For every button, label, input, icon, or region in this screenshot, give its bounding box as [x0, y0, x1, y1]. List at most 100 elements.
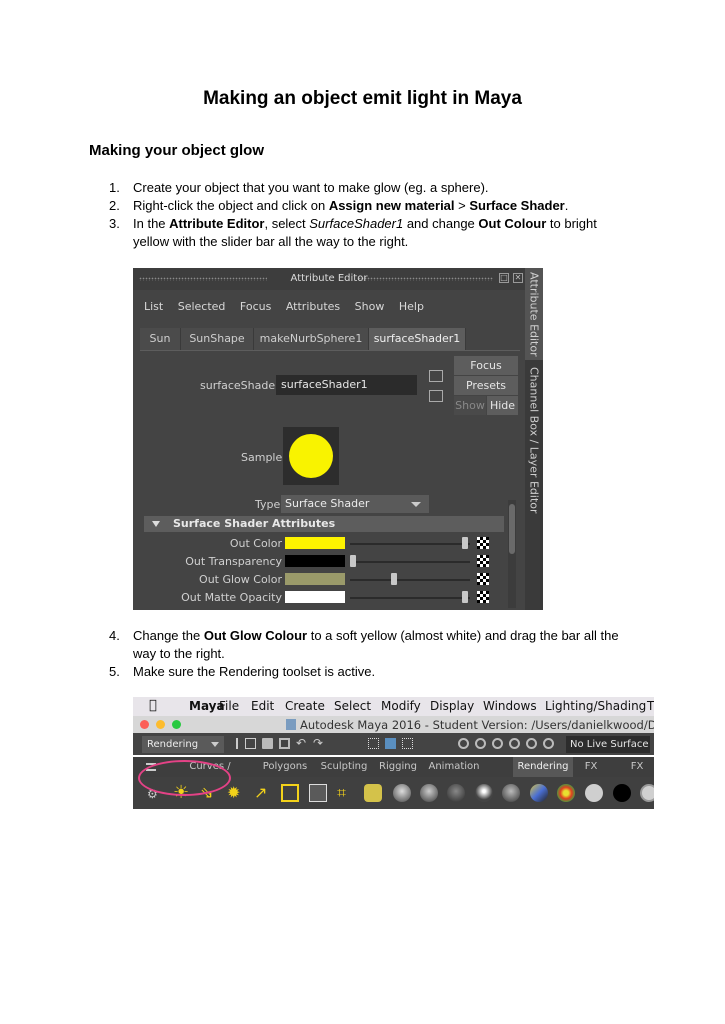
type-select[interactable]: Surface Shader — [281, 495, 429, 513]
tab-sunshape[interactable]: SunShape — [181, 328, 254, 350]
phonge-shader-icon[interactable] — [475, 784, 493, 802]
list-item: 1. Create your object that you want to ma… — [109, 180, 489, 195]
surface-shader-icon[interactable] — [585, 784, 603, 802]
map-texture-icon[interactable] — [477, 591, 489, 603]
close-icon[interactable]: ✕ — [513, 273, 523, 283]
color-swatch[interactable] — [285, 591, 345, 603]
point-light-icon[interactable]: ✹ — [227, 784, 245, 802]
select-by-hierarchy-icon[interactable] — [368, 738, 379, 749]
camera-icon[interactable]: ⌗ — [337, 784, 355, 802]
menu-modify[interactable]: Modify — [381, 699, 421, 713]
snap-grid-icon[interactable] — [458, 738, 469, 749]
snap-curve-icon[interactable] — [475, 738, 486, 749]
show-button[interactable]: Show — [454, 396, 486, 415]
menu-set-select[interactable]: Rendering — [142, 736, 224, 753]
snap-point-icon[interactable] — [492, 738, 503, 749]
window-titlebar: Autodesk Maya 2016 - Student Version: /U… — [133, 716, 654, 733]
float-window-icon[interactable]: □ — [499, 273, 509, 283]
scrollbar[interactable] — [508, 500, 516, 608]
map-texture-icon[interactable] — [477, 537, 489, 549]
map-texture-icon[interactable] — [477, 573, 489, 585]
tab-surfaceshader1[interactable]: surfaceShader1 — [369, 328, 466, 350]
close-window-icon[interactable] — [140, 720, 149, 729]
slider-handle[interactable] — [461, 537, 468, 549]
tab-sun[interactable]: Sun — [140, 328, 181, 350]
slider-track[interactable] — [350, 597, 470, 599]
menu-truncated[interactable]: T — [647, 699, 654, 713]
section-header[interactable]: Surface Shader Attributes — [144, 516, 504, 532]
menu-file[interactable]: File — [219, 699, 239, 713]
layered-shader-icon[interactable] — [530, 784, 548, 802]
menu-display[interactable]: Display — [430, 699, 474, 713]
snap-surface-icon[interactable] — [526, 738, 537, 749]
open-scene-icon[interactable] — [262, 738, 273, 749]
output-connection-icon[interactable] — [429, 390, 443, 402]
color-swatch[interactable] — [285, 555, 345, 567]
apple-icon[interactable]:  — [149, 698, 157, 713]
list-item: 2. Right-click the object and click on As… — [109, 198, 569, 213]
color-swatch[interactable] — [285, 573, 345, 585]
sample-swatch — [283, 427, 339, 485]
zoom-window-icon[interactable] — [172, 720, 181, 729]
menu-selected[interactable]: Selected — [178, 300, 226, 313]
focus-button[interactable]: Focus — [454, 356, 518, 375]
menu-list[interactable]: List — [144, 300, 163, 313]
render-settings-icon[interactable] — [364, 784, 382, 802]
snap-view-icon[interactable] — [509, 738, 520, 749]
live-surface-field[interactable]: No Live Surface — [566, 736, 650, 753]
menu-show[interactable]: Show — [355, 300, 385, 313]
menu-lighting-shading[interactable]: Lighting/Shading — [545, 699, 646, 713]
tab-rigging[interactable]: Rigging — [377, 757, 419, 777]
presets-button[interactable]: Presets — [454, 376, 518, 395]
menu-focus[interactable]: Focus — [240, 300, 271, 313]
tab-polygons[interactable]: Polygons — [259, 757, 311, 777]
new-scene-icon[interactable] — [245, 738, 256, 749]
shader-icon[interactable] — [640, 784, 654, 802]
select-object-icon[interactable] — [385, 738, 396, 749]
tab-rendering[interactable]: Rendering — [513, 757, 573, 777]
input-connection-icon[interactable] — [429, 370, 443, 382]
menu-edit[interactable]: Edit — [251, 699, 274, 713]
snap-live-icon[interactable] — [543, 738, 554, 749]
ae-title: Attribute Editor — [290, 273, 368, 284]
menu-select[interactable]: Select — [334, 699, 371, 713]
area-light-icon[interactable] — [281, 784, 299, 802]
spot-light-icon[interactable]: ↗ — [254, 784, 272, 802]
anisotropic-shader-icon[interactable] — [502, 784, 520, 802]
tab-animation[interactable]: Animation — [425, 757, 483, 777]
shader-name-field[interactable]: surfaceShader1 — [276, 375, 417, 395]
menu-help[interactable]: Help — [399, 300, 424, 313]
lambert-shader-icon[interactable] — [420, 784, 438, 802]
redo-icon[interactable]: ↷ — [313, 737, 324, 749]
tab-makenurbsphere1[interactable]: makeNurbSphere1 — [254, 328, 369, 350]
attribute-label: Out Matte Opacity — [181, 591, 282, 604]
ramp-shader-icon[interactable] — [557, 784, 575, 802]
slider-handle[interactable] — [391, 573, 398, 585]
save-scene-icon[interactable] — [279, 738, 290, 749]
slider-handle[interactable] — [461, 591, 468, 603]
blinn-shader-icon[interactable] — [393, 784, 411, 802]
slider-handle[interactable] — [350, 555, 356, 567]
tab-channel-box[interactable]: Channel Box / Layer Editor — [525, 367, 543, 514]
slider-track[interactable] — [350, 543, 470, 545]
minimize-window-icon[interactable] — [156, 720, 165, 729]
hide-button[interactable]: Hide — [487, 396, 518, 415]
map-texture-icon[interactable] — [477, 555, 489, 567]
slider-track[interactable] — [350, 561, 470, 563]
slider-track[interactable] — [350, 579, 470, 581]
tab-attribute-editor[interactable]: Attribute Editor — [525, 268, 543, 360]
tab-fx[interactable]: FX — [579, 757, 603, 777]
phong-shader-icon[interactable] — [447, 784, 465, 802]
tab-fx-caching[interactable]: FX Caching — [609, 757, 654, 792]
use-background-icon[interactable] — [613, 784, 631, 802]
undo-icon[interactable]: ↶ — [296, 737, 307, 749]
menu-attributes[interactable]: Attributes — [286, 300, 340, 313]
mac-menubar:  Maya File Edit Create Select Modify Di… — [133, 697, 654, 716]
menu-windows[interactable]: Windows — [483, 699, 537, 713]
volume-light-icon[interactable] — [309, 784, 327, 802]
color-swatch[interactable] — [285, 537, 345, 549]
select-component-icon[interactable] — [402, 738, 413, 749]
menu-create[interactable]: Create — [285, 699, 325, 713]
scrollbar-thumb[interactable] — [509, 504, 515, 554]
tab-sculpting[interactable]: Sculpting — [317, 757, 371, 777]
